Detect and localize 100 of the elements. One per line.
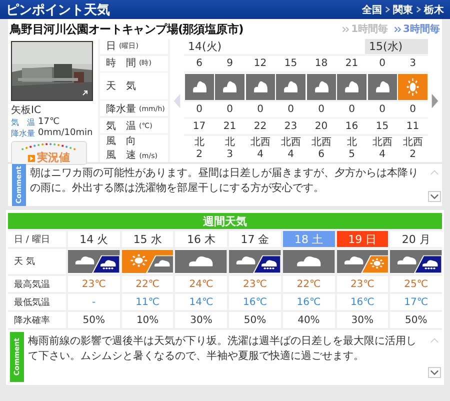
high-temperature-cell: 24℃ <box>175 276 228 292</box>
next-arrow-icon[interactable] <box>431 92 439 108</box>
wind-speed: 4 <box>288 149 294 162</box>
temperature-cell-text: 21 <box>222 120 238 134</box>
temperature-label: 気 温 <box>11 117 33 128</box>
precipitation-value: 0mm/10min <box>38 128 93 139</box>
low-temperature-cell: 16℃ <box>282 294 335 310</box>
wind-speed: 2 <box>410 149 416 162</box>
precipitation-chance-cell: 40% <box>282 312 335 328</box>
row-label: 日 / 曜日 <box>8 231 66 247</box>
scroll-up-icon[interactable] <box>428 168 440 177</box>
scroll-down-icon[interactable] <box>428 367 440 378</box>
high-temperature-cell: 23℃ <box>68 276 120 292</box>
breadcrumb-link[interactable]: 栃木 <box>424 2 444 16</box>
low-temperature-cell: 17℃ <box>390 294 442 310</box>
time-cell-text: 18 <box>314 57 329 72</box>
row-label: 天 気 <box>8 249 66 274</box>
location-title: 鳥野目河川公園オートキャンプ場(那須塩原市) <box>10 22 243 36</box>
row-label: 最低気温 <box>8 294 66 310</box>
time-cell-text: 15 <box>283 57 298 72</box>
time-cell-text: 3 <box>408 57 417 72</box>
comment-text: 梅雨前線の影響で週後半は天気が下り坂。洗濯は週半ばの日差しを最大限に活用して下さい。ムシムシと暑くなるので、半袖や夏服で快適に過ごせます。 <box>27 334 418 364</box>
temperature-cell-text: 15 <box>374 120 390 134</box>
day-header: 19 日 <box>336 231 388 247</box>
wind-direction: 北西 <box>280 137 301 150</box>
wind-direction: 北西 <box>402 137 423 150</box>
precipitation-label: 降水量 <box>11 128 33 139</box>
row-label: 天 気 <box>100 72 168 100</box>
precipitation-cell-text: 0 <box>348 103 356 118</box>
precipitation-cell-text: 0 <box>317 103 326 118</box>
temperature-cell-text: 23 <box>283 120 298 134</box>
play-icon <box>28 154 35 162</box>
day-header: 14(火) <box>187 39 223 54</box>
wind-direction: 北 <box>224 137 235 150</box>
precipitation-cell-text: 0 <box>195 103 204 118</box>
wind-direction: 北 <box>194 137 204 150</box>
day-header: 15 水 <box>122 231 174 247</box>
row-label: 最高気温 <box>8 276 66 292</box>
day-header: 18 土 <box>282 231 335 247</box>
precipitation-chance-cell: 10% <box>122 312 174 328</box>
wind-speed: 4 <box>379 149 386 162</box>
low-temperature-cell: 16℃ <box>229 294 281 310</box>
temperature-cell-text: 22 <box>252 120 268 134</box>
day-header: 15(水) <box>365 39 428 54</box>
scroll-up-icon[interactable] <box>428 336 440 345</box>
wind-speed: 5 <box>348 149 355 162</box>
precipitation-cell-text: 0 <box>378 103 386 118</box>
wind-direction: 北西 <box>372 137 392 150</box>
row-label: 風 向 <box>106 135 136 148</box>
wind-speed: 3 <box>226 149 233 162</box>
breadcrumb-link[interactable]: 全国 <box>362 2 382 16</box>
page-title: ピンポイント天気 <box>6 2 110 18</box>
section-title: 週間天気 <box>203 214 247 228</box>
precipitation-cell-text: 0 <box>226 103 234 118</box>
wind-direction: 北西 <box>250 137 270 150</box>
time-cell-text: 21 <box>344 57 360 72</box>
double-chevron-icon <box>342 26 350 32</box>
temperature-cell-text: 11 <box>405 120 420 134</box>
high-temperature-cell: 23℃ <box>336 276 388 292</box>
high-temperature-cell: 23℃ <box>229 276 281 292</box>
precipitation-chance-cell: 50% <box>68 312 120 328</box>
high-temperature-cell: 22℃ <box>122 276 174 292</box>
day-header: 17 金 <box>229 231 281 247</box>
low-temperature-cell: 14℃ <box>175 294 228 310</box>
time-cell-text: 12 <box>252 57 268 72</box>
day-header: 16 木 <box>175 231 228 247</box>
camera-name: 矢板IC <box>11 104 42 117</box>
temperature-cell-text: 20 <box>314 120 329 134</box>
chevron-icon <box>416 6 421 13</box>
scroll-down-icon[interactable] <box>428 191 440 202</box>
low-temperature-cell: 11℃ <box>122 294 174 310</box>
day-header: 14 火 <box>68 231 120 247</box>
day-header: 20 月 <box>390 231 442 247</box>
temperature-cell-text: 16 <box>344 120 360 134</box>
precipitation-cell-text: 0 <box>256 103 264 118</box>
low-temperature-cell: 16℃ <box>336 294 388 310</box>
time-cell-text: 6 <box>195 57 204 72</box>
time-cell-text: 9 <box>226 57 234 72</box>
temperature-cell-text: 17 <box>192 120 207 134</box>
breadcrumb-link[interactable]: 関東 <box>393 2 413 16</box>
row-label: 降水確率 <box>8 312 66 328</box>
precipitation-chance-cell: 50% <box>390 312 442 328</box>
comment-text: 朝はニワカ雨の可能性があります。昼間は日差しが届きますが、夕方からは本降りの雨に。外出する際は洗濯物を部屋干しにする方が安心です。 <box>29 166 420 196</box>
high-temperature-cell: 22℃ <box>282 276 335 292</box>
precipitation-chance-cell: 30% <box>175 312 228 328</box>
time-cell-text: 0 <box>378 57 386 72</box>
wind-speed: 4 <box>257 149 264 162</box>
precipitation-chance-cell: 30% <box>336 312 388 328</box>
wind-direction: 北 <box>346 137 357 150</box>
precipitation-cell-text: 0 <box>286 103 295 118</box>
precipitation-chance-cell: 50% <box>229 312 281 328</box>
temperature-value: 17℃ <box>38 117 60 128</box>
wind-speed: 6 <box>318 149 324 162</box>
precipitation-cell-text: 0 <box>408 103 417 118</box>
chevron-icon <box>385 6 390 13</box>
high-temperature-cell: 25℃ <box>390 276 442 292</box>
wind-speed: 2 <box>196 149 202 162</box>
double-chevron-icon <box>394 26 402 32</box>
expand-icon[interactable] <box>80 88 90 98</box>
wind-direction: 北西 <box>311 137 332 150</box>
